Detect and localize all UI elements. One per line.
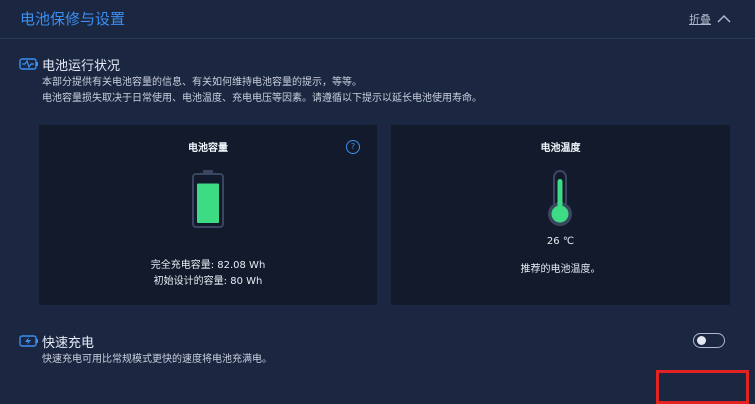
battery-capacity-card: 电池容量 ? 完全充电容量: 82.08 Wh 初始设计的容量: 80 Wh: [39, 125, 377, 305]
full-charge-capacity: 完全充电容量: 82.08 Wh: [150, 260, 266, 271]
battery-level-fill: [197, 183, 219, 223]
battery-status-title: 电池运行状况: [42, 59, 121, 74]
battery-status-desc-2: 电池容量损失取决于日常使用、电池温度、充电电压等因素。请遵循以下提示以延长电池使…: [42, 93, 482, 104]
collapse-label: 折叠: [689, 13, 711, 26]
page-title: 电池保修与设置: [20, 10, 126, 28]
highlight-box: [656, 370, 749, 404]
section-header: 电池保修与设置 折叠: [0, 0, 755, 39]
chevron-up-icon: [717, 14, 731, 23]
battery-health-icon: [19, 58, 38, 70]
collapse-button[interactable]: 折叠: [689, 11, 731, 27]
fast-charge-toggle[interactable]: [693, 333, 725, 348]
design-capacity: 初始设计的容量: 80 Wh: [153, 276, 263, 287]
battery-capacity-title: 电池容量: [188, 143, 228, 154]
toggle-knob: [697, 336, 706, 345]
battery-status-desc-1: 本部分提供有关电池容量的信息、有关如何维持电池容量的提示，等等。: [42, 77, 362, 88]
battery-temperature-title: 电池温度: [540, 143, 581, 154]
fast-charge-title: 快速充电: [42, 336, 95, 351]
fast-charge-desc: 快速充电可用比常规模式更快的速度将电池充满电。: [42, 354, 272, 365]
battery-temperature-card: 电池温度 26 ℃ 推荐的电池温度。: [391, 125, 730, 305]
battery-level-icon: [192, 170, 224, 228]
battery-temperature-note: 推荐的电池温度。: [520, 264, 601, 275]
thermometer-icon: [548, 170, 572, 226]
battery-temperature-value: 26 ℃: [546, 236, 575, 247]
fast-charge-icon: [19, 335, 38, 347]
help-icon[interactable]: ?: [346, 140, 360, 154]
